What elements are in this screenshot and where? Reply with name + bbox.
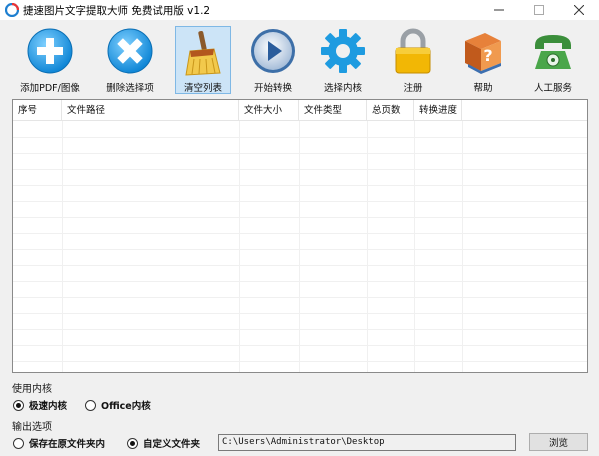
- toolbar-label: 人工服务: [533, 83, 572, 94]
- close-button[interactable]: [559, 0, 599, 20]
- delete-selected-button[interactable]: 删除选择项: [97, 24, 163, 94]
- column-header-pages[interactable]: 总页数: [367, 100, 414, 121]
- radio-indicator: [13, 437, 24, 449]
- column-header-path[interactable]: 文件路径: [62, 100, 239, 121]
- file-list-table[interactable]: 序号 文件路径 文件大小 文件类型 总页数 转换进度: [12, 99, 588, 373]
- telephone-icon: [528, 26, 578, 75]
- column-header-size[interactable]: 文件大小: [239, 100, 299, 121]
- custom-folder-radio[interactable]: 自定义文件夹: [127, 436, 200, 450]
- select-engine-button[interactable]: 选择内核: [310, 24, 376, 94]
- output-section-title: 输出选项: [12, 422, 52, 433]
- output-path-input[interactable]: C:\Users\Administrator\Desktop: [218, 434, 516, 451]
- maximize-button[interactable]: [519, 0, 559, 20]
- register-button[interactable]: 注册: [380, 24, 446, 94]
- engine-section-title: 使用内核: [12, 384, 52, 395]
- toolbar: 添加PDF/图像 删除选择项 清空列表 开始转换 选择内核 注册 ? 帮助 人工…: [0, 20, 599, 96]
- toolbar-label: 删除选择项: [106, 83, 154, 94]
- toolbar-label: 选择内核: [323, 83, 362, 94]
- radio-label: 极速内核: [29, 401, 68, 412]
- radio-indicator: [127, 437, 138, 449]
- radio-label: 自定义文件夹: [143, 439, 201, 450]
- play-icon: [248, 26, 298, 75]
- radio-label: 保存在原文件夹内: [29, 439, 106, 450]
- title-bar: 捷速图片文字提取大师 免费试用版 v1.2: [0, 0, 599, 20]
- browse-button[interactable]: 浏览: [529, 433, 588, 451]
- radio-label: Office内核: [101, 401, 151, 412]
- toolbar-label: 添加PDF/图像: [20, 83, 80, 94]
- minimize-button[interactable]: [479, 0, 519, 20]
- svg-text:?: ?: [483, 46, 492, 65]
- help-button[interactable]: ? 帮助: [450, 24, 516, 94]
- delete-x-icon: [105, 26, 155, 75]
- app-logo-icon: [4, 2, 20, 18]
- column-header-type[interactable]: 文件类型: [299, 100, 367, 121]
- broom-icon: [178, 29, 228, 77]
- table-grid-lines: [13, 121, 587, 372]
- save-original-folder-radio[interactable]: 保存在原文件夹内: [13, 436, 105, 450]
- toolbar-label: 清空列表: [183, 83, 222, 94]
- column-header-index[interactable]: 序号: [13, 100, 62, 121]
- start-convert-button[interactable]: 开始转换: [240, 24, 306, 94]
- toolbar-label: 帮助: [473, 83, 493, 94]
- window-title: 捷速图片文字提取大师 免费试用版 v1.2: [23, 5, 211, 17]
- toolbar-label: 开始转换: [253, 83, 292, 94]
- engine-office-radio[interactable]: Office内核: [85, 398, 151, 412]
- clear-list-button[interactable]: 清空列表: [175, 26, 231, 94]
- lock-icon: [388, 26, 438, 75]
- table-header: 序号 文件路径 文件大小 文件类型 总页数 转换进度: [13, 100, 587, 121]
- manual-service-button[interactable]: 人工服务: [520, 24, 586, 94]
- add-plus-icon: [25, 26, 75, 75]
- close-icon: [574, 5, 584, 15]
- engine-fast-radio[interactable]: 极速内核: [13, 398, 67, 412]
- toolbar-label: 注册: [403, 83, 423, 94]
- maximize-icon: [534, 5, 544, 15]
- add-pdf-image-button[interactable]: 添加PDF/图像: [17, 24, 83, 94]
- radio-indicator: [85, 399, 96, 411]
- minimize-icon: [494, 9, 504, 11]
- help-book-icon: ?: [458, 26, 508, 75]
- radio-indicator: [13, 399, 24, 411]
- column-header-progress[interactable]: 转换进度: [414, 100, 462, 121]
- gear-icon: [318, 26, 368, 75]
